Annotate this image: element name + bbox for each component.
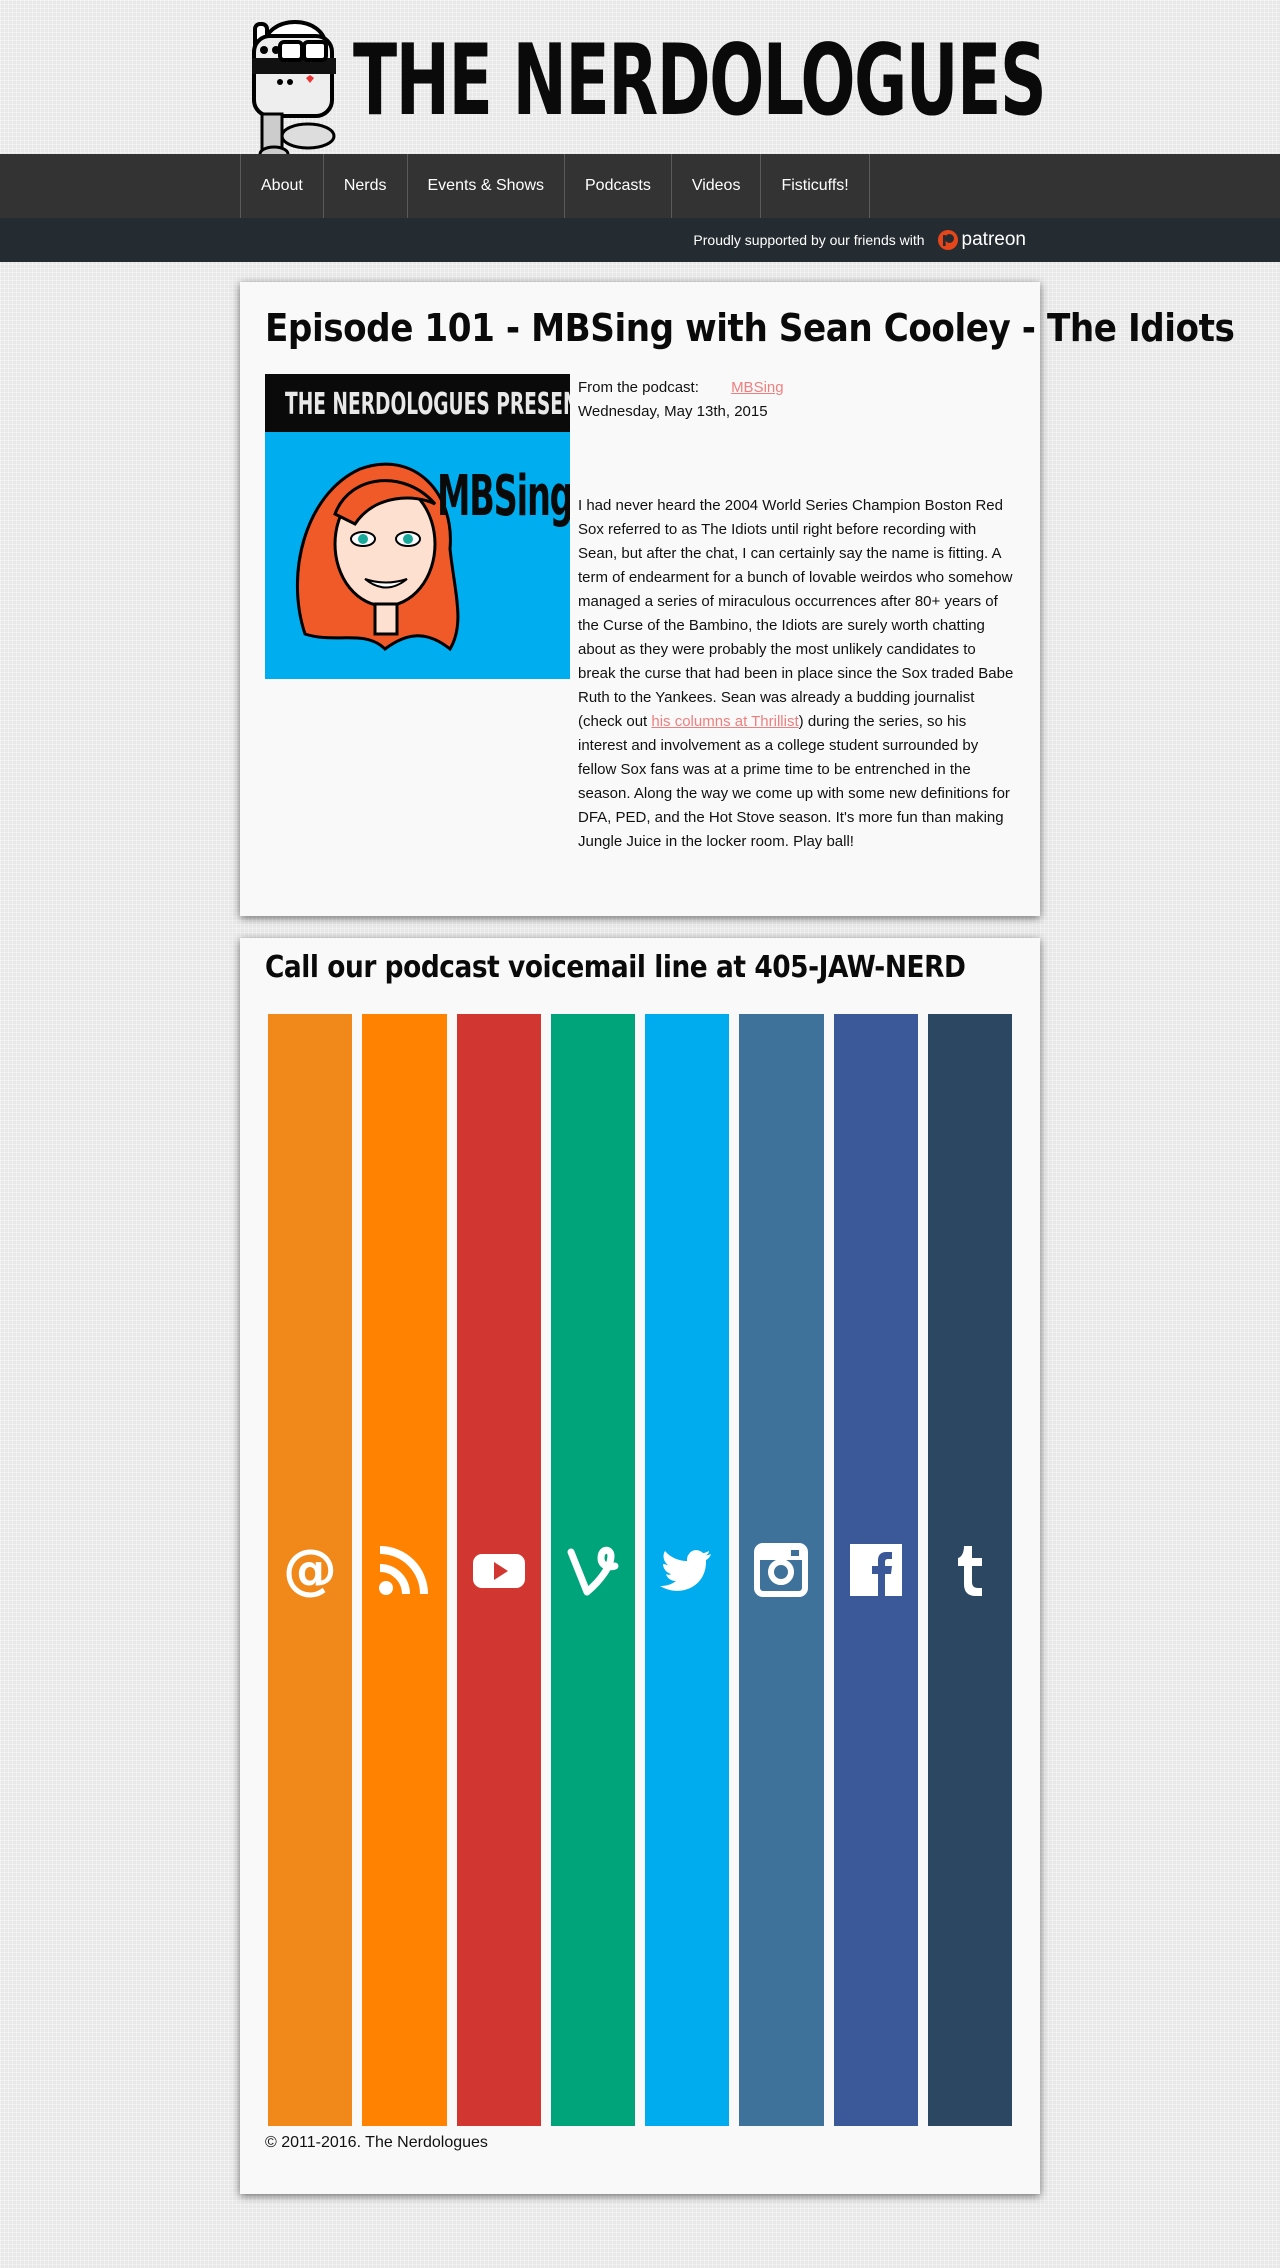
podcast-link[interactable]: MBSing <box>731 379 784 396</box>
main-nav: About Nerds Events & Shows Podcasts Vide… <box>0 154 1280 218</box>
voicemail-card: Call our podcast voicemail line at 405-J… <box>240 938 1040 2194</box>
episode-meta: From the podcast: MBSing Wednesday, May … <box>578 376 784 424</box>
facebook-icon <box>849 1544 902 1598</box>
site-header: THE NERDOLOGUES <box>0 0 1280 163</box>
twitter-icon <box>660 1550 712 1591</box>
nav-item-fisticuffs[interactable]: Fisticuffs! <box>761 154 870 218</box>
nav-item-nerds[interactable]: Nerds <box>324 154 408 218</box>
episode-cover-image: THE NERDOLOGUES PRESENTS MBSing <box>265 374 570 679</box>
rss-icon <box>379 1546 429 1595</box>
tumblr-link[interactable] <box>927 1014 1012 2126</box>
episode-description: I had never heard the 2004 World Series … <box>578 494 1014 854</box>
social-links: @ <box>268 1014 1012 2126</box>
description-text-1: I had never heard the 2004 World Series … <box>578 497 1014 730</box>
rss-link[interactable] <box>362 1014 447 2126</box>
patreon-support-text: Proudly supported by our friends with <box>693 232 925 248</box>
email-icon: @ <box>283 1542 337 1598</box>
patreon-link[interactable]: patreon <box>937 229 1026 251</box>
robot-mascot-logo[interactable] <box>240 14 350 164</box>
instagram-link[interactable] <box>739 1014 824 2126</box>
episode-title: Episode 101 - MBSing with Sean Cooley - … <box>265 306 1235 350</box>
copyright: © 2011-2016. The Nerdologues <box>265 2134 488 2151</box>
patreon-bar: Proudly supported by our friends with pa… <box>0 218 1280 262</box>
instagram-icon <box>754 1543 809 1597</box>
vine-icon <box>567 1546 619 1596</box>
email-link[interactable]: @ <box>268 1014 353 2126</box>
youtube-icon <box>472 1554 525 1588</box>
voicemail-title: Call our podcast voicemail line at 405-J… <box>265 950 966 985</box>
nav-item-podcasts[interactable]: Podcasts <box>565 154 672 218</box>
site-title[interactable]: THE NERDOLOGUES <box>353 32 1047 130</box>
tumblr-icon <box>957 1546 982 1596</box>
svg-text:@: @ <box>283 1542 337 1598</box>
episode-date: Wednesday, May 13th, 2015 <box>578 403 768 420</box>
episode-card: Episode 101 - MBSing with Sean Cooley - … <box>240 282 1235 916</box>
youtube-link[interactable] <box>456 1014 541 2126</box>
from-podcast-label: From the podcast: <box>578 379 699 396</box>
patreon-icon <box>937 230 958 250</box>
patreon-brand: patreon <box>961 229 1026 250</box>
description-text-2: ) during the series, so his interest and… <box>578 713 1010 850</box>
nav-item-events-shows[interactable]: Events & Shows <box>408 154 565 218</box>
nav-item-about[interactable]: About <box>241 154 324 218</box>
facebook-link[interactable] <box>833 1014 918 2126</box>
twitter-link[interactable] <box>645 1014 730 2126</box>
cover-show-name: MBSing <box>437 464 570 529</box>
thrillist-columns-link[interactable]: his columns at Thrillist <box>651 713 798 730</box>
nav-item-videos[interactable]: Videos <box>672 154 762 218</box>
vine-link[interactable] <box>550 1014 635 2126</box>
